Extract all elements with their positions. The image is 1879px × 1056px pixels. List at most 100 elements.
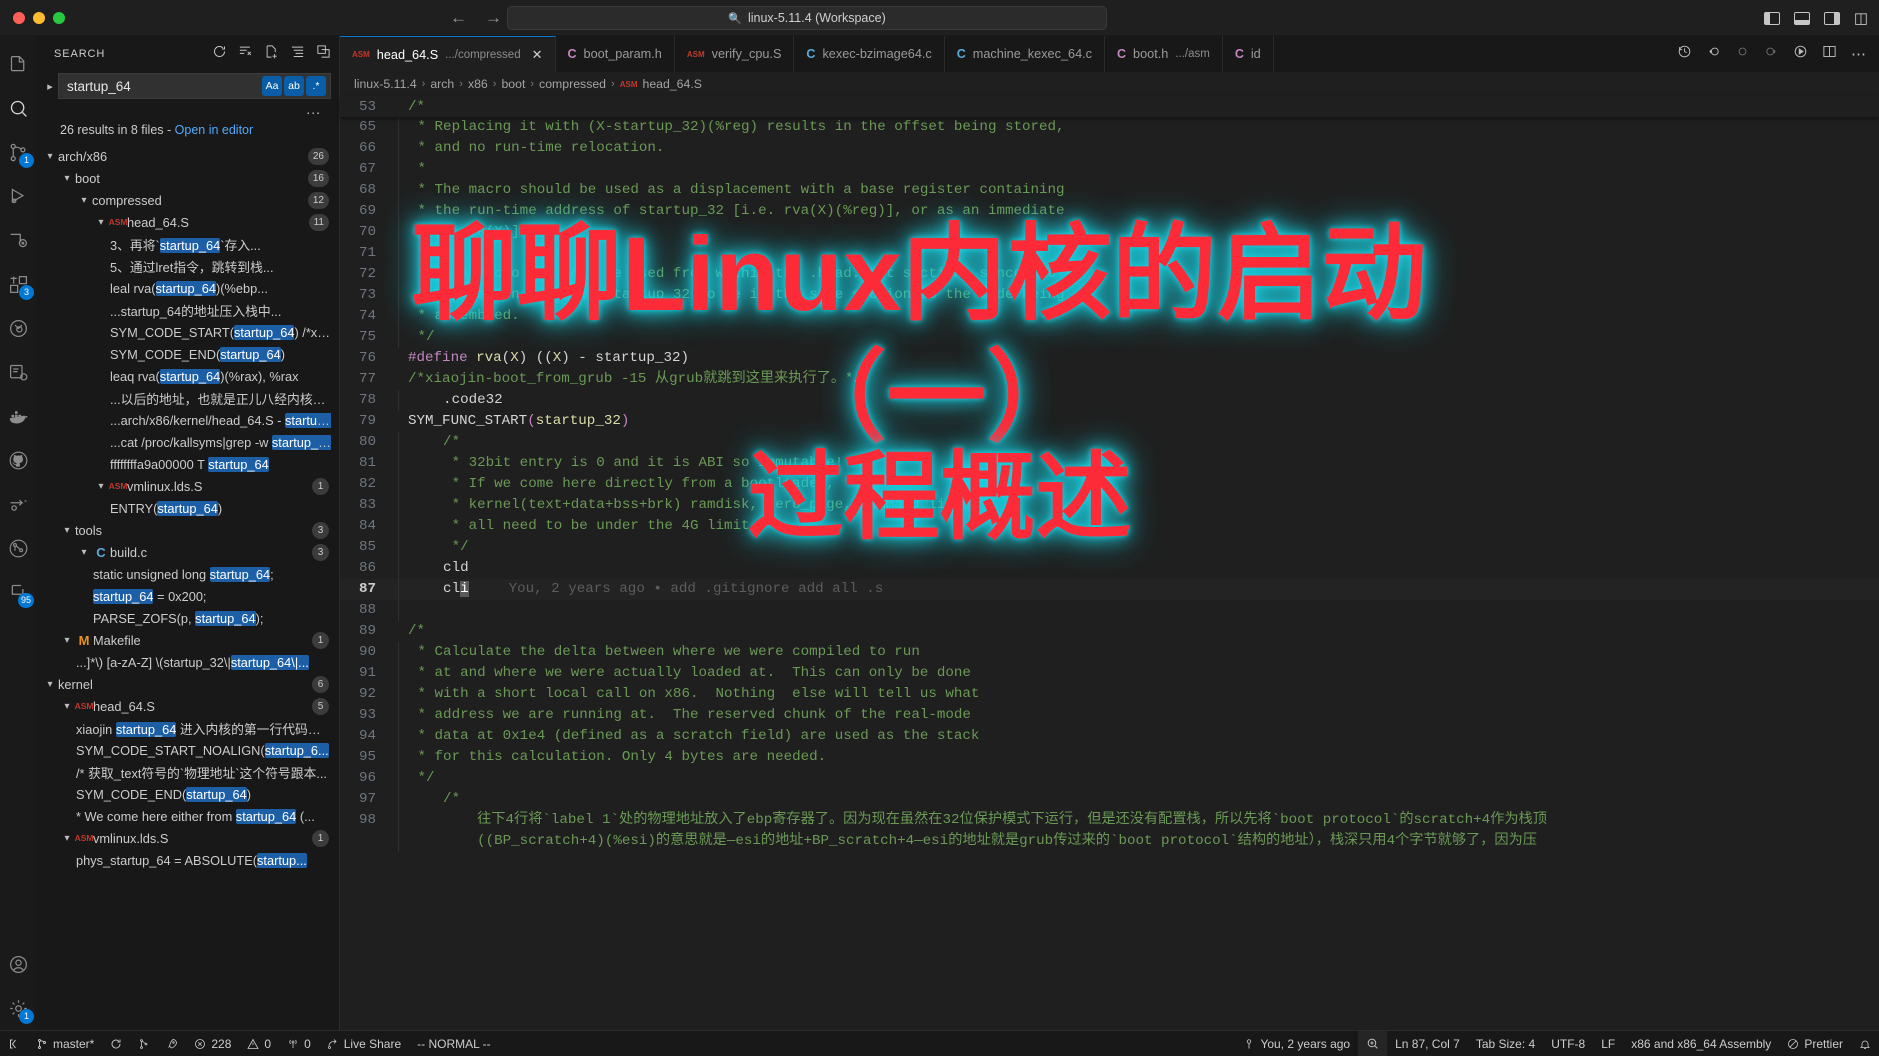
editor-tab-bar[interactable]: ASM head_64.S .../compressed ✕ Cboot_param.h… <box>340 36 1879 72</box>
customize-layout-icon[interactable]: ◫ <box>1854 9 1869 27</box>
chevron-down-icon[interactable]: ▾ <box>76 195 92 206</box>
code-line[interactable]: 91 * at and where we were actually loade… <box>340 663 1879 684</box>
code-line[interactable]: 90 * Calculate the delta between where w… <box>340 642 1879 663</box>
editor-tab[interactable]: Cboot.h .../asm <box>1105 36 1223 72</box>
chevron-down-icon[interactable]: ▾ <box>59 525 75 536</box>
toggle-panel-icon[interactable] <box>1793 11 1810 25</box>
code-line[interactable]: 74 * assembled. <box>340 306 1879 327</box>
history-icon[interactable] <box>1677 44 1692 64</box>
tree-match[interactable]: 5、通过lret指令，跳转到栈... <box>36 255 339 277</box>
status-git-branch[interactable]: master* <box>28 1031 102 1056</box>
code-line[interactable]: 92 * with a short local call on x86. Not… <box>340 684 1879 705</box>
activity-test-explorer[interactable] <box>0 306 36 350</box>
search-details-toggle[interactable]: ... <box>36 99 339 117</box>
breadcrumb-item[interactable]: x86 <box>468 77 488 91</box>
editor-tab[interactable]: ASM head_64.S .../compressed ✕ <box>340 36 556 72</box>
breadcrumb[interactable]: linux-5.11.4 › arch › x86 › boot › compressed › AS… <box>340 72 1879 96</box>
collapse-all-icon[interactable] <box>316 44 331 64</box>
tree-match[interactable]: ENTRY(startup_64) <box>36 497 339 519</box>
tree-file[interactable]: ▾ Cbuild.c 3 <box>36 541 339 563</box>
activity-cpp-tools[interactable] <box>0 350 36 394</box>
tree-match[interactable]: ...arch/x86/kernel/head_64.S - startup_.… <box>36 409 339 431</box>
chevron-down-icon[interactable]: ▾ <box>42 151 58 162</box>
tree-match[interactable]: * We come here either from startup_64 (.… <box>36 805 339 827</box>
match-whole-word-toggle[interactable]: ab <box>284 76 304 96</box>
tree-match[interactable]: leaq rva(startup_64)(%rax), %rax <box>36 365 339 387</box>
search-results-tree[interactable]: ▾ arch/x86 26 ▾ boot 16 ▾ compressed 12 ▾ ASM head_… <box>36 145 339 1030</box>
code-line[interactable]: 89 /* <box>340 621 1879 642</box>
code-line[interactable]: 77 /*xiaojin-boot_from_grub -15 从grub就跳到这… <box>340 369 1879 390</box>
activity-settings[interactable]: 1 <box>0 986 36 1030</box>
code-line[interactable]: 97 /* <box>340 789 1879 810</box>
status-git-graph[interactable] <box>130 1031 158 1056</box>
code-line[interactable]: 87 cli You, 2 years ago • add .gitignore … <box>340 579 1879 600</box>
clear-search-results-icon[interactable] <box>238 44 253 64</box>
editor-tab[interactable]: Cboot_param.h <box>556 36 675 72</box>
go-forward-icon[interactable] <box>1764 44 1779 64</box>
status-notifications[interactable] <box>1851 1031 1879 1056</box>
chevron-down-icon[interactable]: ▾ <box>93 217 109 228</box>
view-as-tree-icon[interactable] <box>290 44 305 64</box>
tree-match[interactable]: PARSE_ZOFS(p, startup_64); <box>36 607 339 629</box>
chevron-down-icon[interactable]: ▾ <box>59 833 75 844</box>
forward-icon[interactable]: → <box>485 8 502 28</box>
tree-match[interactable]: static unsigned long startup_64; <box>36 563 339 585</box>
tree-file[interactable]: ▾ ASM vmlinux.lds.S 1 <box>36 475 339 497</box>
code-line[interactable]: 95 * for this calculation. Only 4 bytes … <box>340 747 1879 768</box>
tree-folder[interactable]: ▾ boot 16 <box>36 167 339 189</box>
activity-accounts[interactable] <box>0 942 36 986</box>
tree-folder[interactable]: ▾ kernel 6 <box>36 673 339 695</box>
code-line[interactable]: 76 #define rva(X) ((X) - startup_32) <box>340 348 1879 369</box>
status-eol[interactable]: LF <box>1593 1031 1623 1056</box>
code-line[interactable]: 70 * [$ rva(X)]. <box>340 222 1879 243</box>
tree-file[interactable]: ▾ ASM head_64.S 11 <box>36 211 339 233</box>
code-line[interactable]: 94 * data at 0x1e4 (defined as a scratch… <box>340 726 1879 747</box>
open-new-search-editor-icon[interactable] <box>264 44 279 64</box>
code-line[interactable]: 98 往下4行将`label 1`处的物理地址放入了ebp寄存器了。因为现在虽然… <box>340 810 1879 831</box>
activity-docker[interactable] <box>0 394 36 438</box>
chevron-down-icon[interactable]: ▾ <box>42 679 58 690</box>
status-search-status[interactable] <box>1358 1030 1388 1056</box>
code-line[interactable]: 78 .code32 <box>340 390 1879 411</box>
tree-match[interactable]: phys_startup_64 = ABSOLUTE(startup... <box>36 849 339 871</box>
chevron-down-icon[interactable]: ▾ <box>93 481 109 492</box>
tree-match[interactable]: ...]*\) [a-zA-Z] \(startup_32\|startup_6… <box>36 651 339 673</box>
chevron-down-icon[interactable]: ▾ <box>59 635 75 646</box>
code-line[interactable]: 93 * address we are running at. The rese… <box>340 705 1879 726</box>
status-remote-indicator[interactable] <box>0 1031 28 1056</box>
status-language-mode[interactable]: x86 and x86_64 Assembly <box>1623 1031 1779 1056</box>
tree-file[interactable]: ▾ ASM vmlinux.lds.S 1 <box>36 827 339 849</box>
code-line[interactable]: 68 * The macro should be used as a displ… <box>340 180 1879 201</box>
breadcrumb-item[interactable]: boot <box>501 77 525 91</box>
code-line[interactable]: 73 * expression requires startup_32 to b… <box>340 285 1879 306</box>
editor-tab[interactable]: Cid <box>1223 36 1274 72</box>
tree-match[interactable]: ffffffffa9a00000 T startup_64 <box>36 453 339 475</box>
tree-match[interactable]: leal rva(startup_64)(%ebp... <box>36 277 339 299</box>
tree-match[interactable]: ...startup_64的地址压入栈中... <box>36 299 339 321</box>
code-line[interactable]: 96 */ <box>340 768 1879 789</box>
tree-match[interactable]: SYM_CODE_START_NOALIGN(startup_6... <box>36 739 339 761</box>
tree-match[interactable]: 3、再将`startup_64`存入... <box>36 233 339 255</box>
editor-tab[interactable]: Cmachine_kexec_64.c <box>945 36 1105 72</box>
status-vim-mode[interactable]: -- NORMAL -- <box>409 1031 499 1056</box>
code-line[interactable]: 67 * <box>340 159 1879 180</box>
code-line[interactable]: 86 cld <box>340 558 1879 579</box>
code-line[interactable]: 84 * all need to be under the 4G limit. <box>340 516 1879 537</box>
more-actions-icon[interactable]: ⋯ <box>1851 45 1867 64</box>
back-icon[interactable]: ← <box>450 8 467 28</box>
breadcrumb-item[interactable]: head_64.S <box>642 77 702 91</box>
activity-todo-tree[interactable]: 95 <box>0 570 36 614</box>
activity-github[interactable] <box>0 438 36 482</box>
tree-match[interactable]: ...以后的地址，也就是正儿八经内核代码段... <box>36 387 339 409</box>
editor-tab[interactable]: Ckexec-bzimage64.c <box>794 36 945 72</box>
code-content[interactable]: 65 * Replacing it with (X-startup_32)(%r… <box>340 117 1879 852</box>
chevron-down-icon[interactable]: ▾ <box>76 547 92 558</box>
code-line[interactable]: 79 SYM_FUNC_START(startup_32) <box>340 411 1879 432</box>
status-git-blame[interactable]: You, 2 years ago <box>1235 1031 1358 1056</box>
quick-open-bar[interactable]: 🔍 linux-5.11.4 (Workspace) <box>507 6 1107 30</box>
tree-folder[interactable]: ▾ arch/x86 26 <box>36 145 339 167</box>
close-window-button[interactable] <box>13 11 25 24</box>
tree-match[interactable]: xiaojin startup_64 进入内核的第一行代码运... <box>36 717 339 739</box>
status-problems-errors[interactable]: 228 <box>186 1031 239 1056</box>
maximize-window-button[interactable] <box>53 11 65 24</box>
